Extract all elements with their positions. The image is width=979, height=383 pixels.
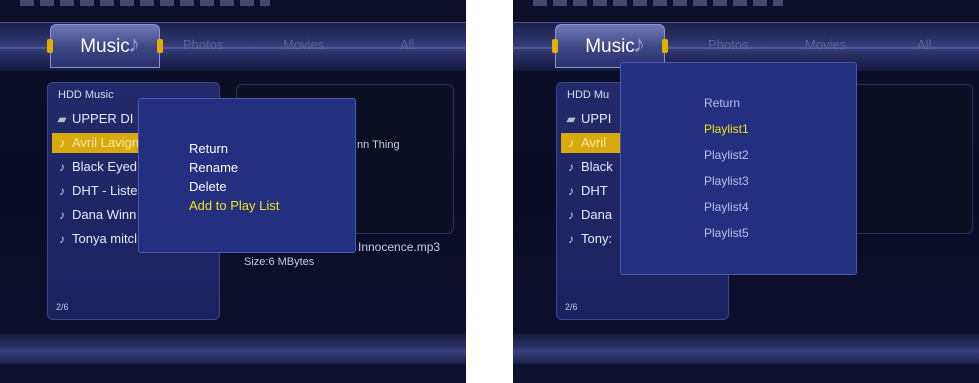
- music-note-icon: ♪: [128, 31, 140, 58]
- arrow-right-icon[interactable]: [662, 39, 668, 53]
- decorative-dots: [20, 0, 270, 6]
- menu-item-playlist4[interactable]: Playlist4: [704, 200, 749, 214]
- context-menu: Return Rename Delete Add to Play List: [138, 98, 356, 253]
- music-note-icon: ♪: [633, 31, 645, 58]
- info-filename: Innocence.mp3: [358, 240, 441, 254]
- panel-title: HDD Music: [58, 89, 114, 101]
- menu-item-rename[interactable]: Rename: [189, 160, 238, 175]
- tab-movies[interactable]: Movies: [283, 37, 324, 52]
- info-size: Size:6 MBytes: [244, 256, 315, 268]
- panel-title: HDD Mu: [567, 89, 610, 101]
- music-note-icon: ♪: [568, 208, 574, 222]
- file-name: DHT: [581, 183, 608, 198]
- music-note-icon: ♪: [59, 232, 65, 246]
- music-note-icon: ♪: [59, 184, 65, 198]
- playlist-menu: Return Playlist1 Playlist2 Playlist3 Pla…: [620, 62, 857, 275]
- menu-item-add-to-play-list[interactable]: Add to Play List: [189, 198, 279, 213]
- arrow-right-icon[interactable]: [157, 39, 163, 53]
- folder-icon: ▰: [57, 112, 67, 126]
- file-name: UPPER DI: [72, 111, 134, 126]
- tab-photos[interactable]: Photos: [183, 37, 223, 52]
- decorative-dots: [533, 0, 783, 6]
- file-name: UPPI: [581, 111, 612, 126]
- music-note-icon: ♪: [59, 136, 65, 150]
- music-note-icon: ♪: [59, 160, 65, 174]
- tab-all[interactable]: All: [400, 37, 414, 52]
- tab-music[interactable]: Music ♪: [47, 24, 163, 68]
- tv-screen-left: Music ♪ Photos Movies All HDD Music ▰ UPP…: [0, 0, 466, 383]
- menu-item-playlist2[interactable]: Playlist2: [704, 148, 749, 162]
- folder-icon: ▰: [566, 112, 576, 126]
- file-name: Black: [581, 159, 613, 174]
- bottom-band: [0, 334, 466, 364]
- music-note-icon: ♪: [59, 208, 65, 222]
- bottom-band: [513, 334, 979, 364]
- info-title: nn Thing: [357, 139, 400, 151]
- file-name: Avril Lavign: [72, 135, 139, 150]
- menu-item-playlist1[interactable]: Playlist1: [704, 122, 749, 136]
- music-note-icon: ♪: [568, 232, 574, 246]
- page-counter: 2/6: [56, 302, 69, 312]
- arrow-left-icon[interactable]: [552, 39, 558, 53]
- file-name: Black Eyed: [72, 159, 138, 174]
- file-name: Tonya mitcl: [72, 231, 138, 246]
- file-name: Tony:: [581, 231, 613, 246]
- file-name: Dana Winn: [72, 207, 137, 222]
- page-counter: 2/6: [565, 302, 578, 312]
- tab-photos[interactable]: Photos: [708, 37, 748, 52]
- music-note-icon: ♪: [568, 184, 574, 198]
- menu-item-playlist3[interactable]: Playlist3: [704, 174, 749, 188]
- file-name: DHT - Liste: [72, 183, 138, 198]
- music-note-icon: ♪: [568, 160, 574, 174]
- tab-all[interactable]: All: [917, 37, 931, 52]
- arrow-left-icon[interactable]: [47, 39, 53, 53]
- file-name: Avril: [581, 135, 607, 150]
- menu-item-delete[interactable]: Delete: [189, 179, 227, 194]
- file-name: Dana: [581, 207, 613, 222]
- music-note-icon: ♪: [568, 136, 574, 150]
- tab-movies[interactable]: Movies: [805, 37, 846, 52]
- menu-item-return[interactable]: Return: [704, 96, 740, 110]
- menu-item-playlist5[interactable]: Playlist5: [704, 226, 749, 240]
- menu-item-return[interactable]: Return: [189, 141, 228, 156]
